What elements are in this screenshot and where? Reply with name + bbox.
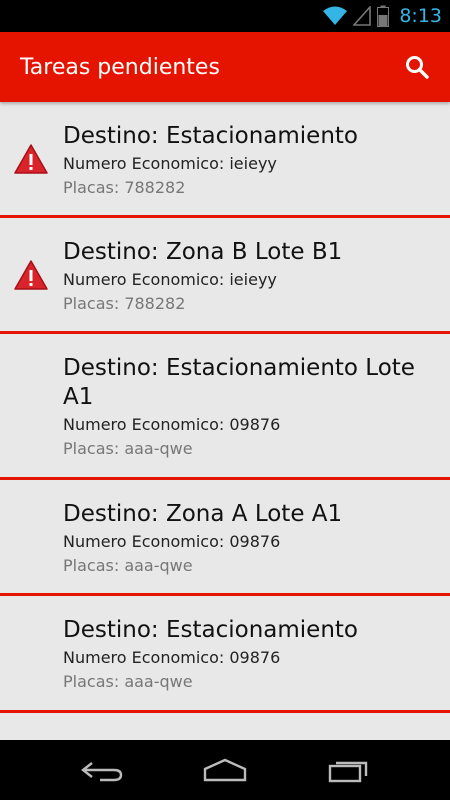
task-item[interactable]: Destino: Estacionamiento Lote A1 Numero …: [0, 334, 450, 480]
search-button[interactable]: [400, 50, 434, 84]
search-icon: [406, 56, 429, 79]
task-plates: Placas: 788282: [63, 178, 186, 197]
recents-icon: [329, 761, 368, 783]
task-item[interactable]: Destino: Zona A Lote A1 Numero Economico…: [0, 480, 450, 596]
wifi-icon: [323, 6, 348, 25]
task-list: Destino: Estacionamiento Numero Economic…: [0, 102, 450, 740]
task-economic-number: Numero Economico: 09876: [63, 648, 281, 667]
task-destination: Destino: Estacionamiento: [63, 617, 358, 643]
navigation-bar: [0, 740, 450, 800]
task-destination: Destino: Zona B Lote B1: [63, 239, 343, 265]
back-button[interactable]: [72, 750, 132, 790]
task-item[interactable]: Destino: Estacionamiento Numero Economic…: [0, 102, 450, 218]
task-item[interactable]: Destino: Zona B Lote B1 Numero Economico…: [0, 218, 450, 334]
task-economic-number: Numero Economico: ieieyy: [63, 270, 277, 289]
recents-button[interactable]: [318, 750, 378, 790]
signal-icon: [353, 6, 372, 26]
home-button[interactable]: [195, 750, 255, 790]
status-time: 8:13: [399, 5, 442, 27]
app-screen: 8:13 Tareas pendientes Destino: Estacion…: [0, 0, 450, 800]
task-plates: Placas: aaa-qwe: [63, 439, 193, 458]
task-destination: Destino: Zona A Lote A1: [63, 501, 343, 527]
task-plates: Placas: 788282: [63, 294, 186, 313]
task-plates: Placas: aaa-qwe: [63, 672, 193, 691]
task-plates: Placas: aaa-qwe: [63, 556, 193, 575]
task-item[interactable]: Destino: Estacionamiento Numero Economic…: [0, 596, 450, 713]
task-economic-number: Numero Economico: ieieyy: [63, 154, 277, 173]
action-bar: Tareas pendientes: [0, 32, 450, 102]
task-economic-number: Numero Economico: 09876: [63, 532, 281, 551]
back-icon: [80, 762, 122, 782]
status-icons: 8:13: [323, 5, 442, 27]
task-destination: Destino: Estacionamiento: [63, 123, 358, 149]
battery-icon: [377, 5, 390, 27]
task-economic-number: Numero Economico: 09876: [63, 415, 281, 434]
page-title: Tareas pendientes: [20, 54, 220, 80]
home-icon: [203, 758, 247, 782]
warning-icon: [14, 259, 48, 290]
warning-icon: [14, 143, 48, 174]
status-bar: 8:13: [0, 0, 450, 32]
task-destination: Destino: Estacionamiento Lote A1: [63, 355, 415, 410]
